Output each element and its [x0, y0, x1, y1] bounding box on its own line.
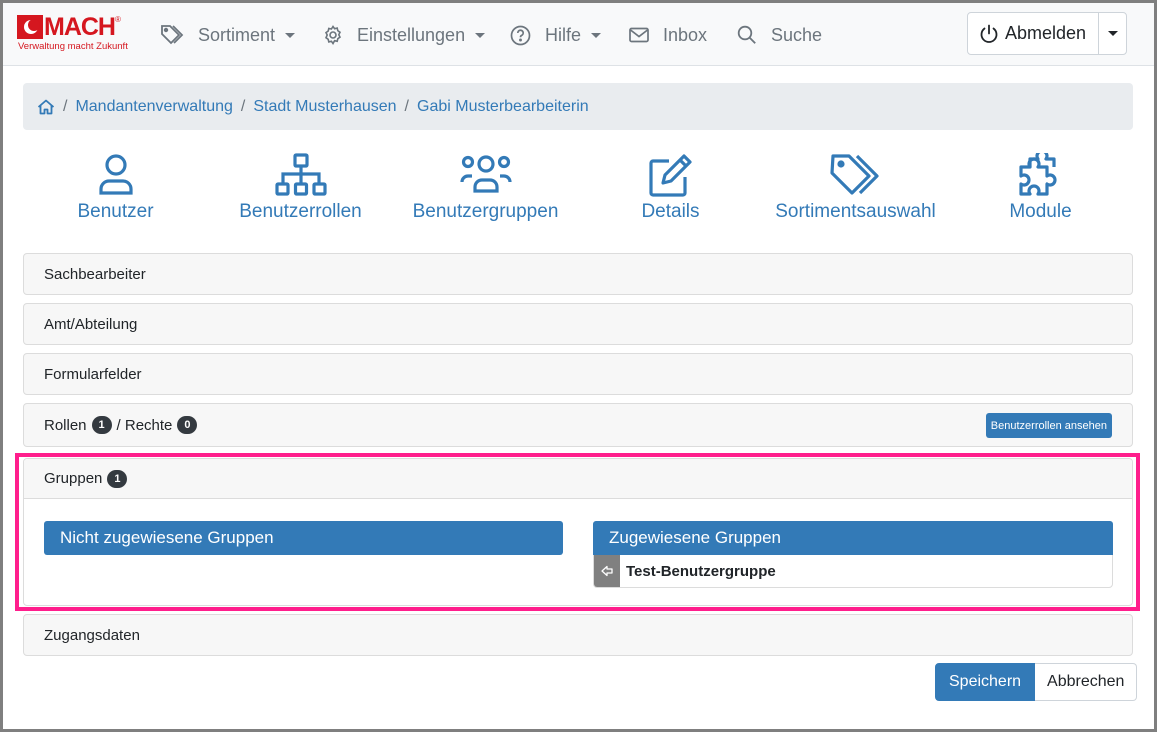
edit-icon [648, 154, 692, 197]
nav-sortiment[interactable]: Sortiment [160, 21, 296, 49]
tile-details-label: Details [641, 201, 700, 222]
envelope-icon [629, 27, 649, 43]
tags-icon [829, 154, 879, 195]
panel-rechte-title: / Rechte [116, 416, 173, 434]
nav-inbox-label: Inbox [663, 24, 708, 45]
tile-benutzergruppen-label: Benutzergruppen [412, 201, 559, 222]
gruppen-count-badge: 1 [107, 469, 128, 488]
assigned-groups-header: Zugewiesene Gruppen [593, 521, 1113, 555]
breadcrumb-separator: / [240, 97, 246, 115]
logo-tagline: Verwaltung macht Zukunft [18, 41, 128, 52]
nav-inbox[interactable]: Inbox [629, 21, 707, 49]
chevron-down-icon [475, 32, 486, 38]
panel-gruppen-title: Gruppen [44, 470, 103, 487]
rollen-count-badge: 1 [91, 416, 112, 434]
logout-button-group: Abmelden [967, 12, 1128, 55]
view-user-roles-button[interactable]: Benutzerrollen ansehen [985, 413, 1112, 438]
nav-sortiment-label: Sortiment [198, 24, 276, 45]
section-icon-nav: Benutzer Benutzerrollen Benutzergruppen [23, 153, 1133, 233]
tile-details[interactable]: Details [578, 153, 763, 223]
puzzle-icon [1018, 153, 1057, 196]
gear-icon [324, 25, 342, 45]
panel-rollen-title: Rollen [44, 416, 87, 434]
assigned-groups-list: Zugewiesene Gruppen Test-Benutzergruppe [593, 521, 1113, 588]
form-actions: Speichern Abbrechen [935, 663, 1138, 701]
panel-amt-abteilung[interactable]: Amt/Abteilung [23, 303, 1133, 345]
nav-hilfe[interactable]: Hilfe [510, 21, 602, 49]
mach-logo-mark-icon [17, 15, 43, 39]
breadcrumb-current-user[interactable]: Gabi Musterbearbeiterin [417, 98, 589, 116]
panel-gruppen: Gruppen 1 Nicht zugewiesene Gruppen Zuge… [23, 458, 1133, 606]
panel-amt-title: Amt/Abteilung [44, 315, 138, 333]
question-circle-icon [510, 25, 531, 45]
nav-hilfe-label: Hilfe [545, 24, 582, 45]
nav-suche-label: Suche [771, 24, 823, 45]
unassigned-groups-header: Nicht zugewiesene Gruppen [44, 521, 563, 555]
save-button[interactable]: Speichern [935, 663, 1036, 701]
arrow-left-icon [601, 565, 613, 577]
chevron-down-icon [285, 32, 296, 38]
tile-sortimentsauswahl[interactable]: Sortimentsauswahl [763, 153, 948, 223]
logo-brand: MACH [44, 13, 116, 41]
panel-sachbearbeiter-title: Sachbearbeiter [44, 265, 146, 283]
panel-sachbearbeiter[interactable]: Sachbearbeiter [23, 253, 1133, 295]
panel-gruppen-header[interactable]: Gruppen 1 [24, 459, 1132, 499]
list-item: Test-Benutzergruppe [594, 555, 1112, 587]
breadcrumb-separator: / [404, 97, 409, 115]
nav-einstellungen-label: Einstellungen [357, 24, 466, 45]
mach-logo[interactable]: MACH ® Verwaltung macht Zukunft [17, 14, 132, 54]
panel-rollen-rechte[interactable]: Rollen 1 / Rechte 0 Benutzerrollen anseh… [23, 403, 1133, 447]
logout-button[interactable]: Abmelden [968, 13, 1100, 54]
breadcrumb-separator: / [63, 97, 68, 115]
app-window: MACH ® Verwaltung macht Zukunft Sortimen… [3, 3, 1154, 729]
group-name: Test-Benutzergruppe [626, 562, 776, 580]
home-icon[interactable] [37, 99, 55, 115]
nav-einstellungen[interactable]: Einstellungen [323, 21, 486, 49]
panel-zugangsdaten[interactable]: Zugangsdaten [23, 614, 1133, 656]
nav-suche[interactable]: Suche [737, 21, 822, 49]
panel-zugangsdaten-title: Zugangsdaten [44, 626, 140, 644]
tile-benutzer-label: Benutzer [77, 201, 154, 222]
breadcrumb: / Mandantenverwaltung / Stadt Musterhaus… [23, 83, 1133, 130]
tile-sortimentsauswahl-label: Sortimentsauswahl [775, 201, 936, 222]
users-icon [459, 155, 512, 193]
top-navbar: MACH ® Verwaltung macht Zukunft Sortimen… [3, 3, 1154, 66]
breadcrumb-stadt[interactable]: Stadt Musterhausen [253, 98, 396, 116]
tile-benutzergruppen[interactable]: Benutzergruppen [393, 153, 578, 223]
chevron-down-icon [591, 32, 602, 38]
cancel-button[interactable]: Abbrechen [1035, 663, 1138, 701]
panel-formularfelder[interactable]: Formularfelder [23, 353, 1133, 395]
tile-benutzerrollen[interactable]: Benutzerrollen [208, 153, 393, 223]
sitemap-icon [274, 153, 327, 196]
tile-module[interactable]: Module [948, 153, 1133, 223]
rechte-count-badge: 0 [177, 416, 198, 434]
power-icon [980, 24, 998, 43]
tile-benutzerrollen-label: Benutzerrollen [239, 201, 362, 222]
search-icon [737, 25, 756, 44]
chevron-down-icon [1107, 31, 1118, 36]
tile-module-label: Module [1009, 201, 1072, 222]
panel-formular-title: Formularfelder [44, 365, 142, 383]
breadcrumb-mandantenverwaltung[interactable]: Mandantenverwaltung [75, 98, 232, 116]
tags-icon [161, 25, 184, 45]
logout-dropdown-toggle[interactable] [1099, 13, 1126, 54]
tile-benutzer[interactable]: Benutzer [23, 153, 208, 223]
logout-label: Abmelden [1005, 23, 1087, 43]
unassign-group-button[interactable] [594, 555, 620, 587]
user-icon [98, 154, 133, 195]
logo-registered: ® [115, 14, 121, 24]
